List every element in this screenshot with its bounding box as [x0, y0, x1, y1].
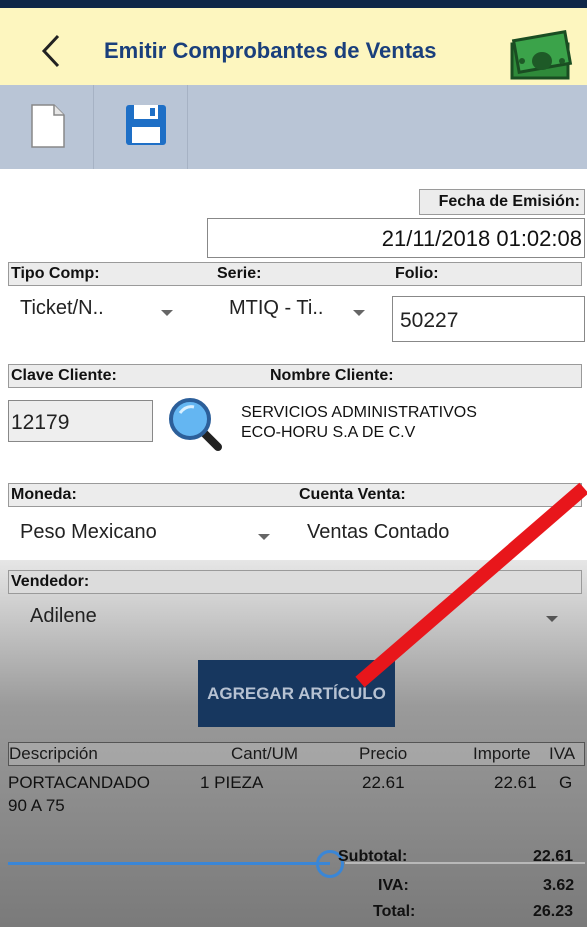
vendedor-dropdown[interactable]: Adilene [30, 605, 97, 628]
page-title: Emitir Comprobantes de Ventas [104, 38, 437, 63]
fecha-emision-label: Fecha de Emisión: [419, 189, 585, 215]
descripcion-cell: 90 A 75 [8, 796, 65, 815]
total-label: Total: [373, 903, 416, 920]
moneda-label-row: Moneda: Cuenta Venta: [8, 483, 582, 507]
chevron-down-icon [546, 616, 558, 622]
save-button[interactable] [94, 85, 188, 169]
tipo-comp-dropdown[interactable]: Ticket/N.. [20, 297, 104, 320]
folio-label: Folio: [395, 265, 439, 282]
folio-input[interactable]: 50227 [392, 296, 585, 342]
fecha-emision-field[interactable]: 21/11/2018 01:02:08 [207, 218, 585, 258]
moneda-label: Moneda: [11, 486, 77, 503]
moneda-dropdown[interactable]: Peso Mexicano [20, 521, 157, 544]
tipo-comp-label: Tipo Comp: [11, 265, 100, 282]
vendedor-label: Vendedor: [11, 573, 90, 590]
chevron-left-icon[interactable] [36, 28, 66, 74]
descripcion-cell: PORTACANDADO [8, 773, 151, 792]
clave-cliente-label: Clave Cliente: [11, 367, 117, 384]
vendedor-label-row: Vendedor: [8, 570, 582, 594]
money-bill-icon [508, 24, 574, 82]
iva-cell: G [559, 773, 573, 792]
save-disk-icon [126, 105, 166, 145]
chevron-down-icon [161, 310, 173, 316]
clave-cliente-input[interactable]: 12179 [8, 400, 153, 442]
nombre-cliente-value: SERVICIOS ADMINISTRATIVOS ECO-HORU S.A D… [241, 403, 477, 443]
toolbar [0, 85, 587, 169]
new-document-button[interactable] [0, 85, 94, 169]
app-header: Emitir Comprobantes de Ventas [0, 0, 587, 85]
precio-cell: 22.61 [362, 773, 405, 792]
items-table-header: Descripción Cant/UM Precio Importe IVA [8, 742, 585, 766]
search-icon[interactable] [166, 395, 226, 455]
subtotal-label: Subtotal: [338, 848, 408, 865]
nombre-cliente-label: Nombre Cliente: [270, 367, 394, 384]
serie-dropdown[interactable]: MTIQ - Ti.. [229, 297, 323, 320]
cuenta-venta-dropdown[interactable]: Ventas Contado [307, 521, 449, 544]
col-importe: Importe [473, 744, 531, 763]
comprobante-label-row: Tipo Comp: Serie: Folio: [8, 262, 582, 286]
cliente-label-row: Clave Cliente: Nombre Cliente: [8, 364, 582, 388]
cuenta-venta-label: Cuenta Venta: [299, 486, 406, 503]
col-precio: Precio [359, 744, 408, 763]
table-row[interactable]: PORTACANDADO 90 A 75 1 PIEZA 22.61 22.61… [8, 772, 585, 822]
cant-um-cell: 1 PIEZA [200, 773, 264, 792]
agregar-articulo-button[interactable]: AGREGAR ARTÍCULO [198, 660, 395, 727]
iva-label: IVA: [378, 877, 409, 894]
chevron-down-icon [353, 310, 365, 316]
scroll-slider-track [8, 862, 330, 865]
serie-label: Serie: [217, 265, 262, 282]
nombre-cliente-line: ECO-HORU S.A DE C.V [241, 424, 416, 441]
col-cant-um: Cant/UM [231, 744, 299, 763]
importe-cell: 22.61 [494, 773, 537, 792]
nombre-cliente-line: SERVICIOS ADMINISTRATIVOS [241, 404, 477, 421]
new-document-icon [31, 104, 65, 148]
chevron-down-icon [258, 534, 270, 540]
subtotal-value: 22.61 [533, 848, 574, 865]
col-descripcion: Descripción [9, 744, 98, 763]
total-value: 26.23 [533, 903, 574, 920]
iva-value: 3.62 [543, 877, 575, 894]
col-iva: IVA [549, 744, 576, 763]
